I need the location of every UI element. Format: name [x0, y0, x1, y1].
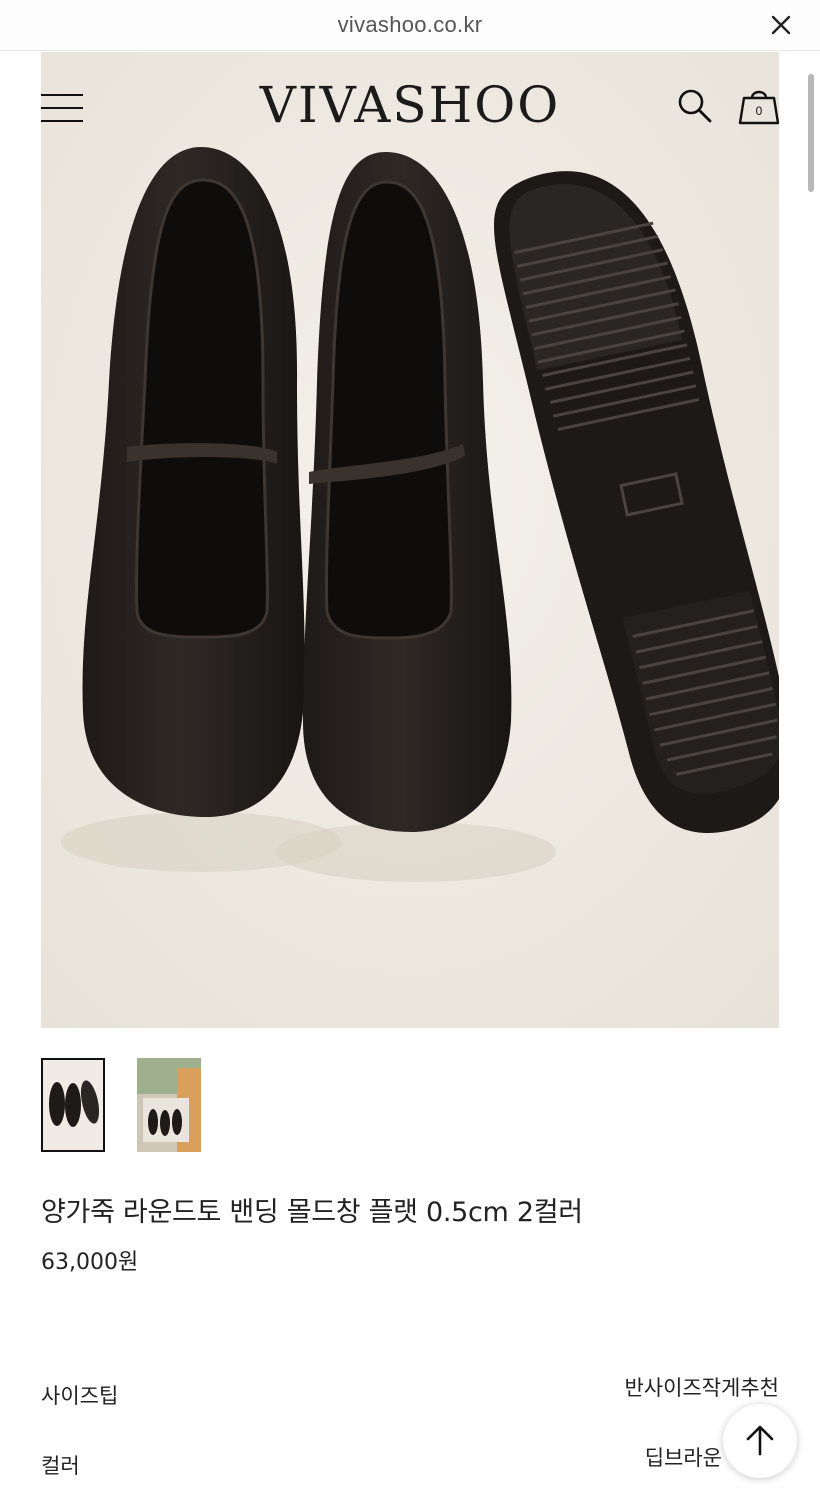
product-price: 63,000원 — [41, 1250, 139, 1275]
size-tip-value: 반사이즈작게추천 — [624, 1376, 779, 1400]
brand-logo[interactable]: VIVASHOO — [230, 76, 590, 134]
close-icon[interactable] — [770, 14, 792, 36]
search-icon[interactable] — [676, 87, 712, 123]
cart-count-badge: 0 — [755, 104, 763, 118]
scroll-top-button[interactable] — [723, 1404, 797, 1478]
product-title: 양가죽 라운드토 밴딩 몰드창 플랫 0.5cm 2컬러 — [41, 1197, 583, 1228]
product-thumbnail-1[interactable] — [41, 1058, 105, 1152]
scrollbar-thumb[interactable] — [808, 74, 814, 192]
arrow-up-icon — [746, 1425, 774, 1456]
url-text[interactable]: vivashoo.co.kr — [0, 12, 820, 38]
product-thumbnail-2[interactable] — [137, 1058, 201, 1152]
color-label: 컬러 — [41, 1454, 80, 1478]
color-value[interactable]: 딥브라운 — [645, 1442, 722, 1472]
browser-url-bar[interactable]: vivashoo.co.kr — [0, 0, 820, 51]
product-main-image[interactable] — [41, 52, 779, 1028]
menu-icon[interactable] — [41, 94, 83, 124]
shopping-bag-icon[interactable]: 0 — [738, 84, 780, 126]
size-tip-label: 사이즈팁 — [41, 1384, 119, 1408]
